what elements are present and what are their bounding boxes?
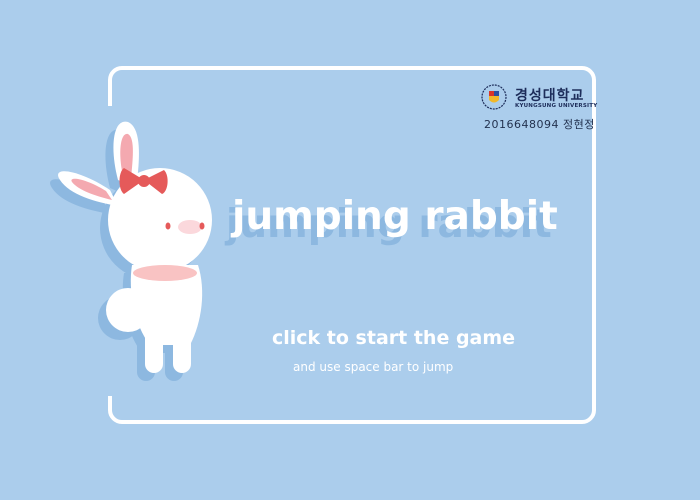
university-emblem-icon <box>481 84 507 110</box>
student-info: 2016648094 정현정 <box>484 118 595 131</box>
start-game-prompt[interactable]: click to start the game <box>272 327 515 349</box>
university-name-english: KYUNGSUNG UNIVERSITY <box>515 103 598 109</box>
jump-instructions: and use space bar to jump <box>293 360 454 374</box>
university-name: 경성대학교 <box>515 88 585 104</box>
game-title-text: jumping rabbit <box>232 194 558 239</box>
rabbit-character <box>50 121 212 381</box>
game-title: jumping rabbit jumping rabbit <box>226 194 562 254</box>
